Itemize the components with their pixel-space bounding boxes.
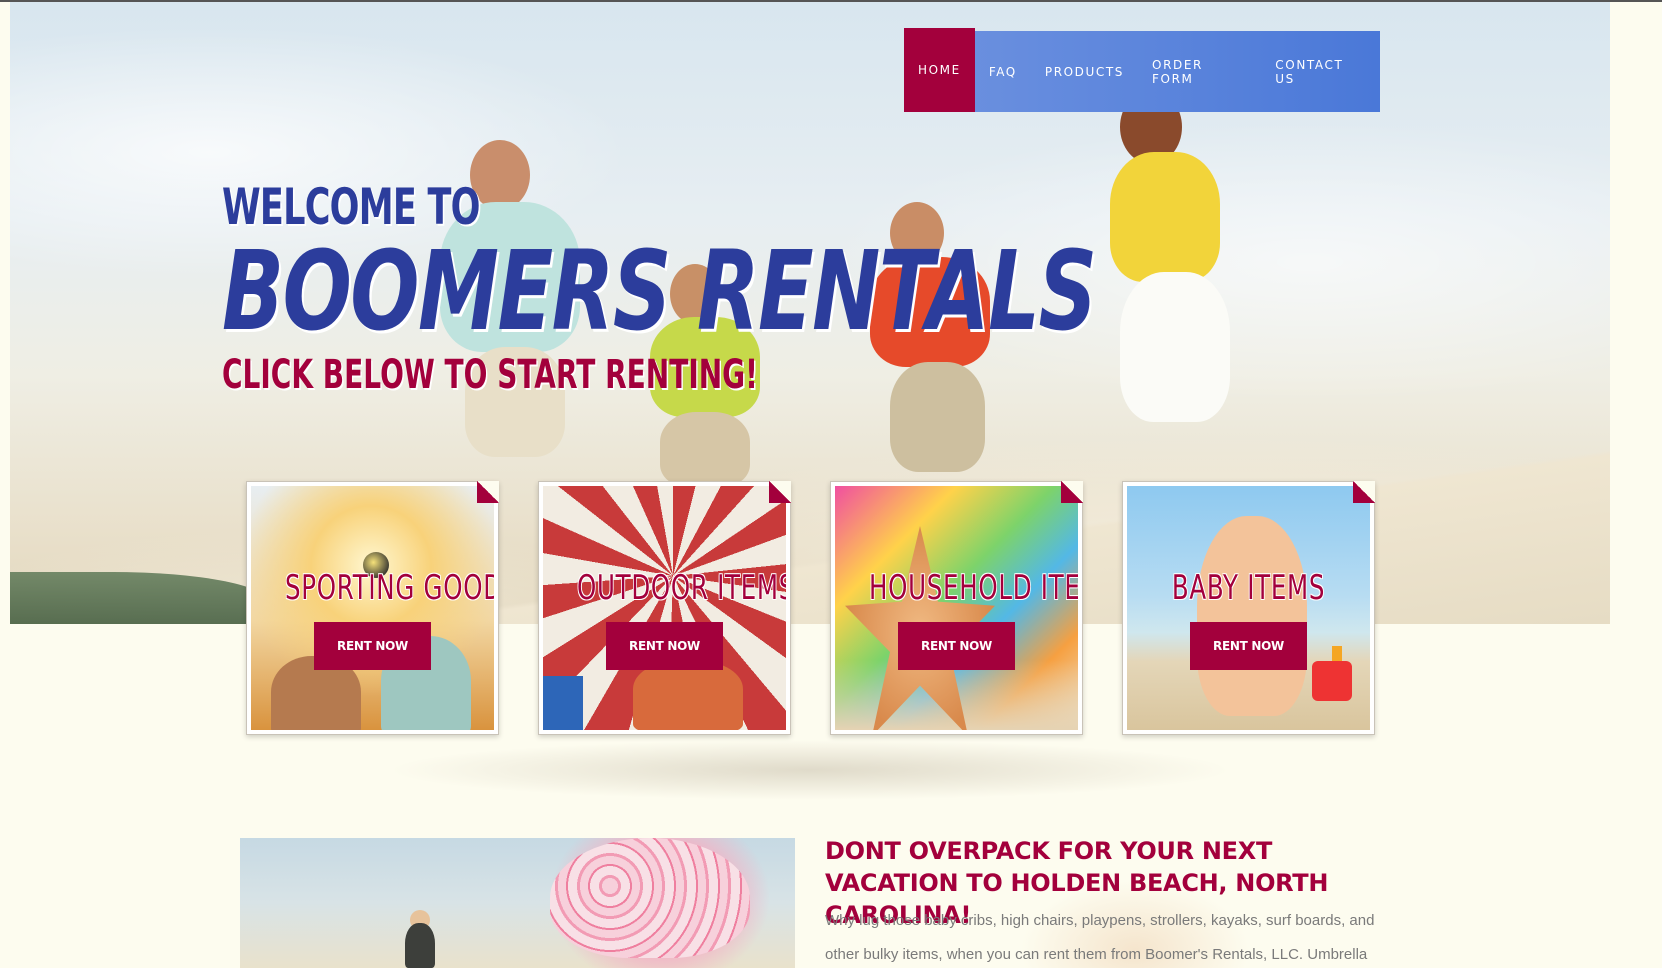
hero-boy-legs [890, 362, 985, 472]
card-corner-fold [477, 481, 499, 503]
outdoor-items-image: OUTDOOR ITEMS RENT NOW [543, 486, 786, 730]
sun-hat [550, 838, 750, 958]
nav-order-form[interactable]: ORDER FORM [1138, 31, 1261, 112]
cards-shadow [240, 740, 1380, 820]
card-title: HOUSEHOLD ITEMS [869, 568, 1078, 608]
rent-now-button[interactable]: RENT NOW [898, 622, 1015, 670]
person-figure [405, 923, 435, 968]
hero-woman-body [1110, 152, 1220, 282]
baby-figure [1197, 516, 1307, 716]
category-card-baby-items[interactable]: BABY ITEMS RENT NOW [1122, 481, 1375, 735]
rent-now-button[interactable]: RENT NOW [606, 622, 723, 670]
card-corner-fold [1353, 481, 1375, 503]
nav-products[interactable]: PRODUCTS [1031, 31, 1138, 112]
card-title: SPORTING GOODS [285, 568, 494, 608]
baby-items-image: BABY ITEMS RENT NOW [1127, 486, 1370, 730]
card-corner-fold [1061, 481, 1083, 503]
category-card-household-items[interactable]: HOUSEHOLD ITEMS RENT NOW [830, 481, 1083, 735]
kids-figure [633, 661, 743, 730]
hero-child-legs [660, 412, 750, 487]
category-card-sporting-goods[interactable]: SPORTING GOODS RENT NOW [246, 481, 499, 735]
nav-faq[interactable]: FAQ [975, 31, 1031, 112]
content-paragraph: Why lug those baby cribs, high chairs, p… [825, 912, 1375, 963]
toy-bucket [1312, 661, 1352, 701]
category-card-outdoor-items[interactable]: OUTDOOR ITEMS RENT NOW [538, 481, 791, 735]
hero-woman-legs [1120, 272, 1230, 422]
rent-now-button[interactable]: RENT NOW [314, 622, 431, 670]
hero-brand-title: BOOMERS RENTALS [222, 227, 1097, 355]
main-nav: HOME FAQ PRODUCTS ORDER FORM CONTACT US [904, 28, 1380, 112]
sporting-goods-image: SPORTING GOODS RENT NOW [251, 486, 494, 730]
hero-tagline: CLICK BELOW TO START RENTING! [222, 352, 758, 398]
household-items-image: HOUSEHOLD ITEMS RENT NOW [835, 486, 1078, 730]
beach-chair [543, 676, 583, 730]
card-title: OUTDOOR ITEMS [577, 568, 786, 608]
rent-now-button[interactable]: RENT NOW [1190, 622, 1307, 670]
nav-home[interactable]: HOME [904, 28, 975, 112]
nav-contact-us[interactable]: CONTACT US [1261, 31, 1380, 112]
card-title: BABY ITEMS [1171, 568, 1326, 608]
vacation-photo [240, 838, 795, 968]
card-corner-fold [769, 481, 791, 503]
